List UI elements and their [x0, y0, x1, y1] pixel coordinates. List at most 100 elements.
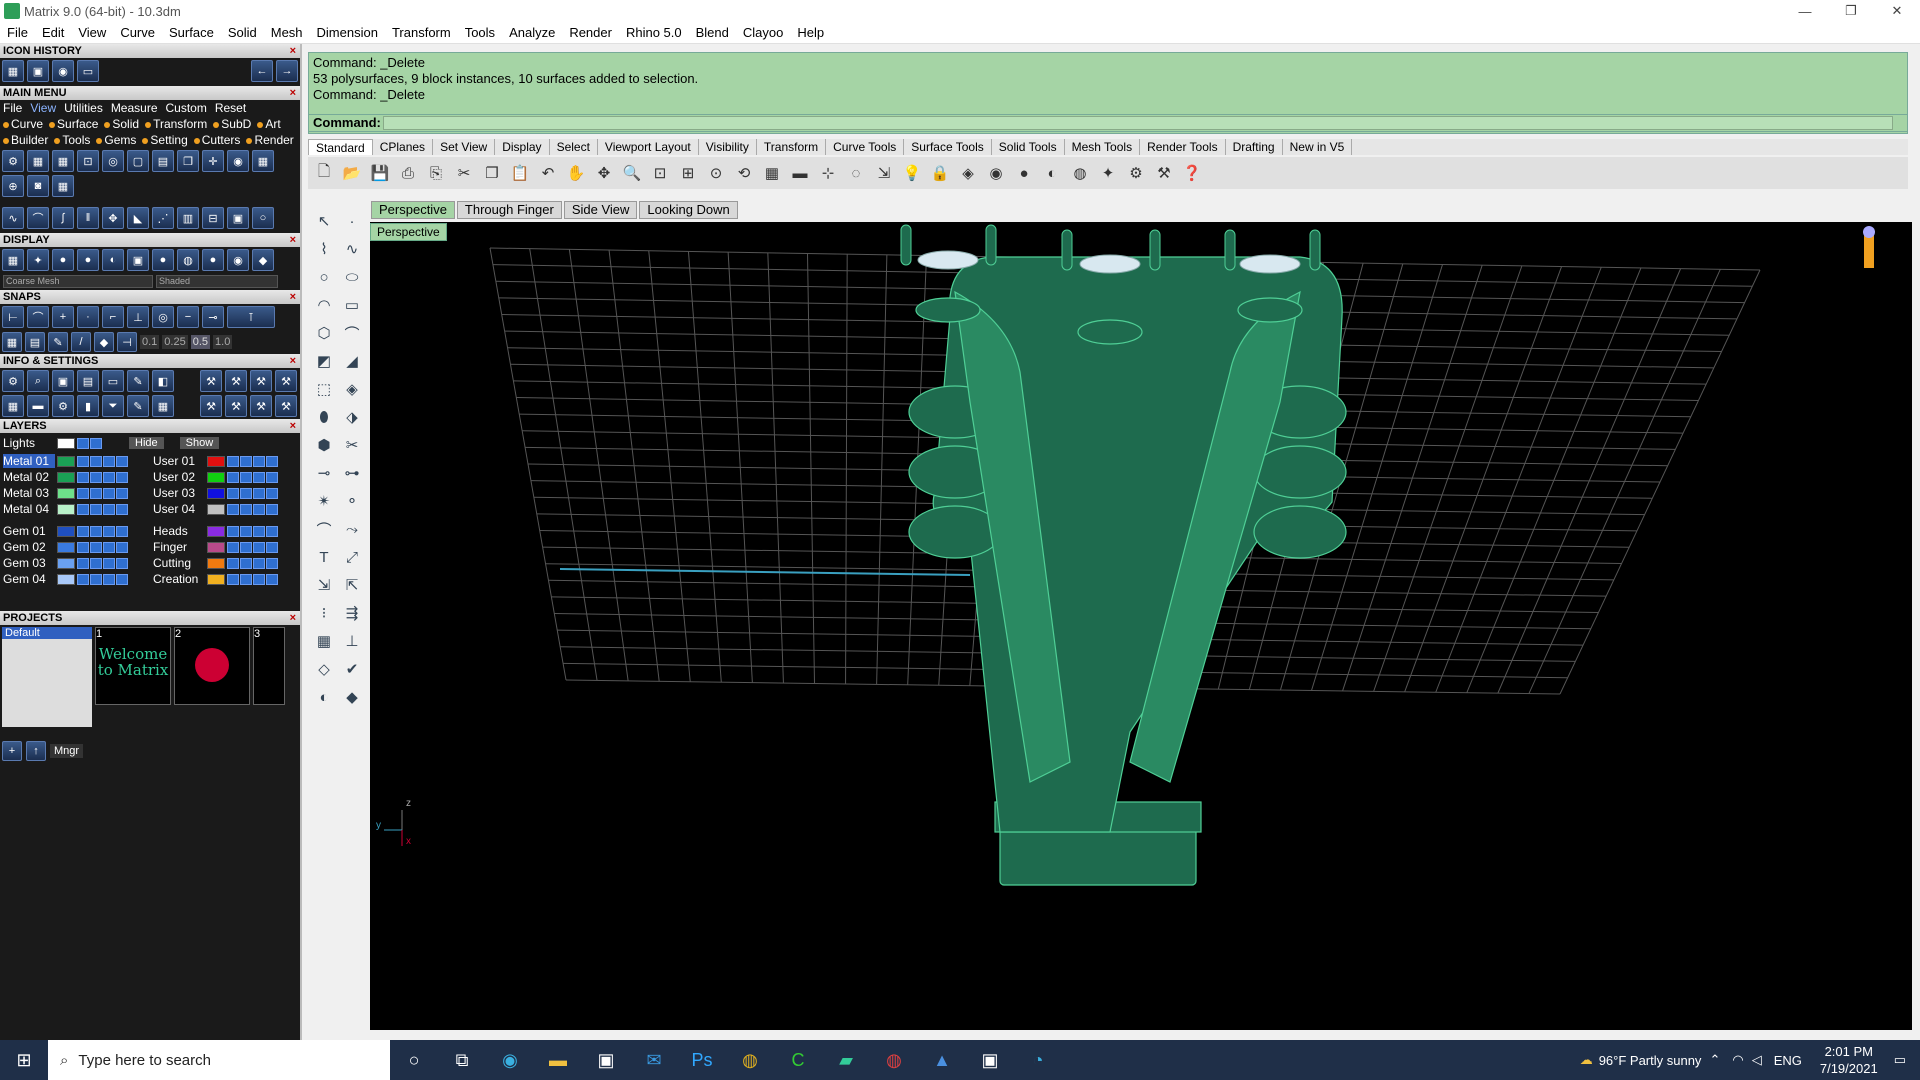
layer-row[interactable]: User 04	[153, 501, 279, 517]
layer-toggle[interactable]	[116, 541, 128, 553]
forward-arrow-icon[interactable]: →	[276, 60, 298, 82]
monitor-icon[interactable]: ▣	[27, 60, 49, 82]
target-icon[interactable]: ⊕	[2, 175, 24, 197]
layer-toggle[interactable]	[77, 525, 89, 537]
tab-new-in-v5[interactable]: New in V5	[1283, 139, 1353, 155]
material-sphere-icon[interactable]: ●	[1012, 161, 1036, 185]
copy-icon[interactable]: ❐	[480, 161, 504, 185]
layer-toggle[interactable]	[266, 487, 278, 499]
viewport-label[interactable]: Perspective	[370, 223, 447, 241]
viewport-tab-through-finger[interactable]: Through Finger	[456, 201, 562, 219]
line-icon[interactable]: /	[71, 332, 91, 352]
main-menu-tab-utilities[interactable]: Utilities	[64, 101, 103, 115]
main-menu-cutters[interactable]: Cutters	[194, 133, 241, 147]
close-button[interactable]: ✕	[1874, 0, 1920, 22]
layer-color-swatch[interactable]	[57, 487, 75, 499]
file-explorer-icon[interactable]: ▬	[534, 1040, 582, 1080]
clock[interactable]: 2:01 PM 7/19/2021	[1820, 1043, 1878, 1077]
main-menu-tab-view[interactable]: View	[30, 101, 56, 115]
gear-icon[interactable]: ⚙	[52, 395, 74, 417]
search-icon[interactable]: ⌕	[27, 370, 49, 392]
layer-toggle[interactable]	[266, 503, 278, 515]
layer-toggle[interactable]	[266, 573, 278, 585]
tool-icon[interactable]: ⚒	[250, 370, 272, 392]
snap-quad-icon[interactable]: ⌐	[102, 306, 124, 328]
light-bulb-icon[interactable]: 💡	[900, 161, 924, 185]
frame-icon[interactable]: ▢	[127, 150, 149, 172]
menu-analyze[interactable]: Analyze	[502, 25, 562, 40]
grid-icon[interactable]: ▦	[252, 150, 274, 172]
render-sphere-icon[interactable]: ◍	[1068, 161, 1092, 185]
split-icon[interactable]: ⊣	[117, 332, 137, 352]
notification-icon[interactable]: ▭	[1894, 1052, 1906, 1068]
main-menu-render[interactable]: Render	[246, 133, 293, 147]
zoom-window-icon[interactable]: ⊡	[648, 161, 672, 185]
menu-tools[interactable]: Tools	[458, 25, 502, 40]
rotate-view-icon[interactable]: ⟲	[732, 161, 756, 185]
globe-icon[interactable]: ◉	[52, 60, 74, 82]
layer-color-swatch[interactable]	[207, 471, 225, 483]
layer-toggle[interactable]	[116, 455, 128, 467]
settings-icon[interactable]: ⚙	[2, 370, 24, 392]
tool-icon[interactable]: ⚒	[200, 370, 222, 392]
store-icon[interactable]: ▣	[582, 1040, 630, 1080]
close-icon[interactable]: ×	[290, 86, 296, 100]
layer-toggle[interactable]	[103, 471, 115, 483]
offset-icon[interactable]: ⌒	[312, 517, 336, 541]
point-icon[interactable]: ·	[340, 209, 364, 233]
split-icon[interactable]: ⊸	[312, 461, 336, 485]
layer-row[interactable]: Gem 01	[3, 523, 129, 539]
table-icon[interactable]: ▥	[177, 207, 199, 229]
layer-toggle[interactable]	[227, 557, 239, 569]
layer-toggle[interactable]	[77, 487, 89, 499]
add-icon[interactable]: +	[2, 741, 22, 761]
layer-toggle[interactable]	[227, 541, 239, 553]
tool-icon[interactable]: ⚒	[250, 395, 272, 417]
mesh-select[interactable]: Coarse Mesh	[3, 275, 153, 288]
layer-toggle[interactable]	[90, 471, 102, 483]
close-icon[interactable]: ×	[290, 290, 296, 304]
layer-toggle[interactable]	[227, 471, 239, 483]
main-menu-tab-measure[interactable]: Measure	[111, 101, 158, 115]
freeform-icon[interactable]: ⌒	[340, 321, 364, 345]
layer-toggle[interactable]	[103, 487, 115, 499]
tool-icon[interactable]: ⚒	[200, 395, 222, 417]
polygon-icon[interactable]: ⬡	[312, 321, 336, 345]
lock-icon[interactable]: 🔒	[928, 161, 952, 185]
close-icon[interactable]: ×	[290, 233, 296, 247]
snap-value-1[interactable]: 0.1	[140, 335, 160, 349]
layer-toggle[interactable]	[77, 573, 89, 585]
gem-icon[interactable]: ◆	[252, 249, 274, 271]
chrome-profile-icon[interactable]: ◍	[870, 1040, 918, 1080]
solid-union-icon[interactable]: ◈	[340, 377, 364, 401]
layer-toggle[interactable]	[116, 525, 128, 537]
move-icon[interactable]: ✥	[592, 161, 616, 185]
layer-toggle[interactable]	[266, 541, 278, 553]
minimize-button[interactable]: —	[1782, 0, 1828, 22]
close-icon[interactable]: ×	[290, 354, 296, 368]
new-file-icon[interactable]: 🗋	[312, 161, 336, 185]
layer-toggle[interactable]	[227, 503, 239, 515]
layer-toggle[interactable]	[253, 503, 265, 515]
circle-icon[interactable]: ◎	[102, 150, 124, 172]
layer-toggle[interactable]	[103, 573, 115, 585]
cube-icon[interactable]: ◧	[152, 370, 174, 392]
main-menu-tab-file[interactable]: File	[3, 101, 22, 115]
layer-toggle[interactable]	[266, 471, 278, 483]
snap-value-2[interactable]: 0.25	[162, 335, 188, 349]
snap-curve-icon[interactable]: ⌒	[27, 306, 49, 328]
layer-toggle[interactable]	[116, 557, 128, 569]
layer-row[interactable]: Metal 01	[3, 453, 129, 469]
layer-toggle[interactable]	[90, 541, 102, 553]
filter-icon[interactable]: ⏷	[102, 395, 124, 417]
menu-blend[interactable]: Blend	[689, 25, 736, 40]
task-view-icon[interactable]: ⧉	[438, 1040, 486, 1080]
tab-display[interactable]: Display	[495, 139, 550, 155]
box-icon[interactable]: ▣	[227, 207, 249, 229]
layer-toggle[interactable]	[116, 471, 128, 483]
render-icon[interactable]: ◐	[312, 685, 336, 709]
layer-color-swatch[interactable]	[57, 455, 75, 467]
layer-toggle[interactable]	[90, 573, 102, 585]
layer-color-swatch[interactable]	[57, 471, 75, 483]
tab-curve-tools[interactable]: Curve Tools	[826, 139, 905, 155]
